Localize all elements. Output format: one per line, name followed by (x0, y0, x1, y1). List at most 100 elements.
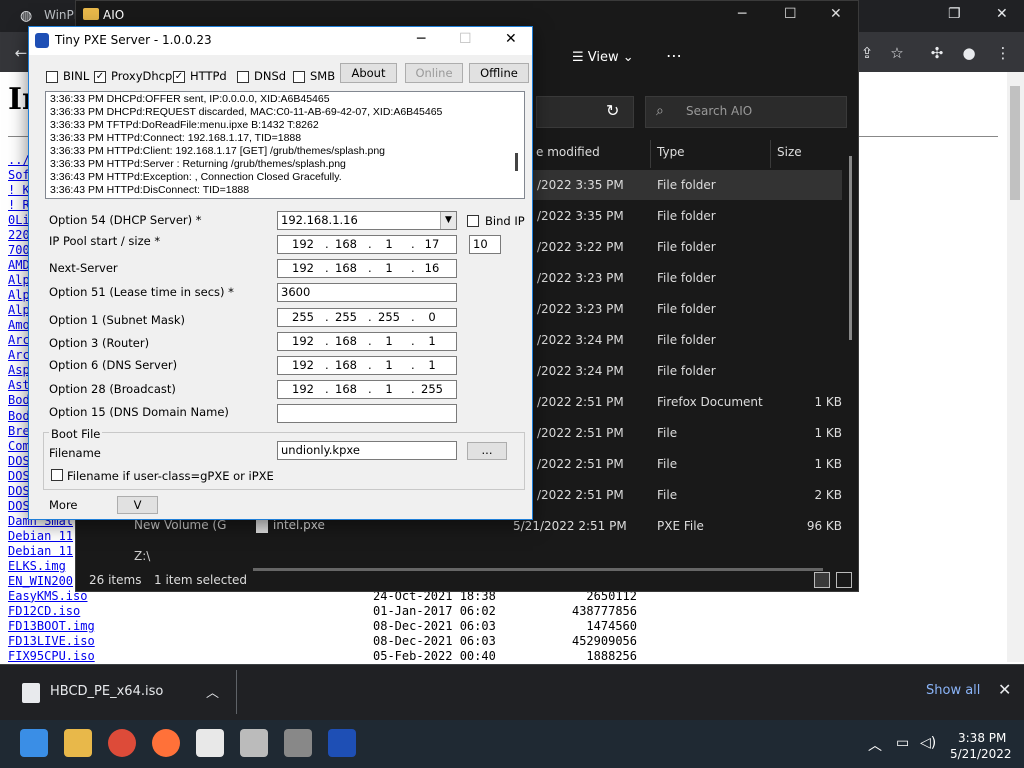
close-icon[interactable]: ✕ (996, 6, 1008, 22)
file-link[interactable]: FD13LIVE.iso (8, 634, 95, 649)
dropdown-arrow-icon[interactable]: ▼ (440, 212, 456, 229)
column-date-modified[interactable]: e modified (536, 145, 600, 159)
file-link[interactable]: ../ (8, 153, 30, 168)
file-row[interactable]: /2022 3:35 PM File folder (532, 170, 842, 200)
column-divider[interactable] (650, 140, 651, 168)
ip-octet[interactable]: 192 (288, 333, 318, 350)
file-row[interactable]: /2022 3:22 PM File folder (532, 232, 842, 262)
tiny-pxe-icon[interactable] (328, 729, 356, 757)
more-button[interactable]: V (117, 496, 158, 514)
ip-octet[interactable]: 255 (417, 381, 447, 398)
tiles-view-icon[interactable] (836, 572, 852, 588)
close-icon[interactable]: ✕ (998, 680, 1011, 699)
option51-field[interactable]: 3600 (277, 283, 457, 302)
column-divider[interactable] (770, 140, 771, 168)
horizontal-scrollbar[interactable] (253, 568, 823, 571)
option54-select[interactable]: 192.168.1.16 ▼ (277, 211, 457, 230)
file-link[interactable]: ! R (8, 198, 30, 213)
show-all-button[interactable]: Show all (926, 683, 980, 698)
option6-field[interactable]: 192. 168. 1. 1 (277, 356, 457, 375)
start-icon[interactable] (20, 729, 48, 757)
file-link[interactable]: EN_WIN200 (8, 574, 73, 589)
file-row[interactable]: /2022 2:51 PM File 1 KB (532, 449, 842, 479)
file-link[interactable]: 220 (8, 228, 30, 243)
file-row[interactable]: /2022 2:51 PM File 1 KB (532, 418, 842, 448)
chrome-icon[interactable] (108, 729, 136, 757)
file-link[interactable]: Alp (8, 288, 30, 303)
network-tool-icon[interactable] (284, 729, 312, 757)
file-link[interactable]: Arc (8, 348, 30, 363)
filename-field[interactable]: undionly.kpxe (277, 441, 457, 460)
refresh-icon[interactable]: ↻ (606, 101, 619, 120)
file-link[interactable]: Bre (8, 424, 30, 439)
ip-octet[interactable]: 255 (331, 309, 361, 326)
option3-field[interactable]: 192. 168. 1. 1 (277, 332, 457, 351)
restore-icon[interactable]: ❐ (948, 6, 961, 22)
httpd-checkbox[interactable]: ✓ (173, 71, 185, 83)
minimize-icon[interactable]: ─ (417, 31, 425, 47)
file-link[interactable]: ! K (8, 183, 30, 198)
option1-field[interactable]: 255. 255. 255. 0 (277, 308, 457, 327)
ip-octet[interactable]: 192 (288, 236, 318, 253)
proxydhcp-checkbox[interactable]: ✓ (94, 71, 106, 83)
close-icon[interactable]: ✕ (830, 6, 842, 22)
file-row[interactable]: /2022 3:35 PM File folder (532, 201, 842, 231)
file-link[interactable]: 700 (8, 243, 30, 258)
ip-octet[interactable]: 1 (374, 381, 404, 398)
option15-field[interactable] (277, 404, 457, 423)
file-name[interactable]: intel.pxe (273, 518, 325, 532)
ip-octet[interactable]: 168 (331, 381, 361, 398)
file-row[interactable]: /2022 3:23 PM File folder (532, 263, 842, 293)
chevron-up-icon[interactable]: ︿ (206, 682, 219, 701)
volume-icon[interactable]: ◁) (920, 735, 936, 751)
file-link[interactable]: DOS (8, 484, 30, 499)
file-link[interactable]: Bod (8, 409, 30, 424)
smb-checkbox[interactable] (293, 71, 305, 83)
file-row[interactable]: /2022 3:24 PM File folder (532, 356, 842, 386)
network-icon[interactable]: ▭ (896, 735, 909, 751)
file-link[interactable]: DOS (8, 454, 30, 469)
next-server-field[interactable]: 192. 168. 1. 16 (277, 259, 457, 278)
file-link[interactable]: FD13BOOT.img (8, 619, 95, 634)
chevron-up-icon[interactable]: ︿ (868, 735, 882, 755)
dnsd-checkbox[interactable] (237, 71, 249, 83)
about-button[interactable]: About (340, 63, 397, 83)
file-link[interactable]: AMD (8, 258, 30, 273)
ip-octet[interactable]: 16 (417, 260, 447, 277)
filename-userclass-checkbox[interactable] (51, 469, 63, 481)
file-row[interactable]: /2022 3:23 PM File folder (532, 294, 842, 324)
file-list-scrollbar[interactable] (849, 156, 852, 340)
firefox-icon[interactable] (152, 729, 180, 757)
ip-octet[interactable]: 192 (288, 381, 318, 398)
file-link[interactable]: DOS (8, 469, 30, 484)
browse-button[interactable]: ... (467, 442, 507, 460)
binl-checkbox[interactable] (46, 71, 58, 83)
option28-field[interactable]: 192. 168. 1. 255 (277, 380, 457, 399)
ip-octet[interactable]: 1 (374, 260, 404, 277)
file-link[interactable]: Amo (8, 318, 30, 333)
file-link[interactable]: 0Li (8, 213, 30, 228)
column-type[interactable]: Type (657, 145, 685, 159)
drive-icon[interactable] (240, 729, 268, 757)
file-link[interactable]: DOS (8, 499, 30, 514)
ip-pool-size-field[interactable]: 10 (469, 235, 501, 254)
view-menu-button[interactable]: ☰ View ⌄ (572, 50, 634, 65)
star-icon[interactable]: ☆ (886, 42, 908, 64)
ip-octet[interactable]: 192 (288, 357, 318, 374)
file-row[interactable]: 5/21/2022 2:51 PM PXE File 96 KB (513, 511, 842, 541)
file-link[interactable]: Debian 11 (8, 544, 73, 559)
file-link[interactable]: Asp (8, 363, 30, 378)
log-scroll-thumb[interactable] (515, 153, 518, 171)
log-textbox[interactable]: 3:36:33 PM DHCPd:OFFER sent, IP:0.0.0.0,… (45, 91, 525, 199)
ip-octet[interactable]: 1 (374, 357, 404, 374)
7zip-icon[interactable] (196, 729, 224, 757)
ip-octet[interactable]: 1 (374, 333, 404, 350)
file-link[interactable]: Alp (8, 273, 30, 288)
file-explorer-icon[interactable] (64, 729, 92, 757)
file-row[interactable]: /2022 3:24 PM File folder (532, 325, 842, 355)
file-link[interactable]: Com (8, 439, 30, 454)
ip-octet[interactable]: 1 (417, 333, 447, 350)
ip-octet[interactable]: 1 (417, 357, 447, 374)
minimize-icon[interactable]: ─ (738, 6, 746, 22)
page-scroll-thumb[interactable] (1010, 86, 1020, 200)
